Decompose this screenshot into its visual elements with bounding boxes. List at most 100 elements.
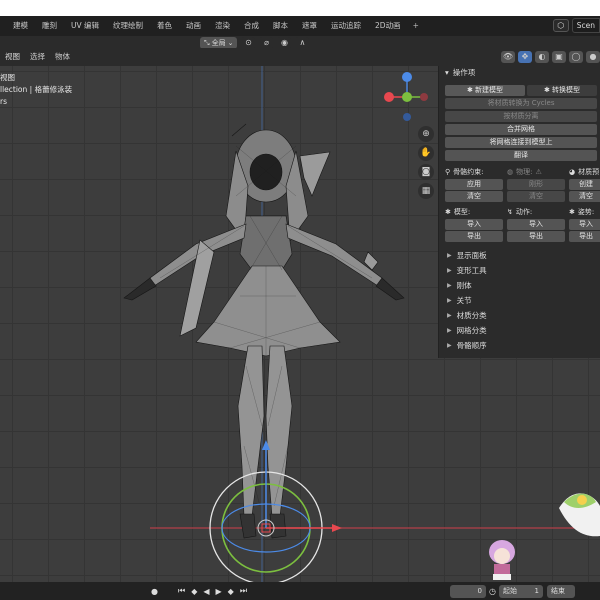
section-display-panel[interactable]: ▶ 显示面板 [439,248,600,263]
prev-keyframe-icon[interactable]: ◆ [188,587,200,596]
join-mesh-button[interactable]: 将网格连接到模型上 [445,137,597,148]
pose-label: ✱ 姿势: [569,206,600,218]
y-axis-ball[interactable] [402,92,412,102]
clock-icon[interactable]: ◷ [486,587,499,596]
tab-texture-paint[interactable]: 纹理绘制 [106,19,150,33]
armature-icon: ✱ [445,208,451,216]
import-pose-button[interactable]: 导入 [569,219,600,230]
menu-view[interactable]: 视图 [0,48,25,66]
tab-rendering[interactable]: 渲染 [208,19,237,33]
current-frame-field[interactable]: 0 [450,584,487,598]
side-panel: ▾ 操作项 ✱ 新建模型 ✱ 转换模型 将材质转换为 Cycles 按材质分离 … [438,66,600,358]
scene-selector[interactable]: ⬡ Scen [552,18,600,33]
xray-icon[interactable]: ▣ [552,51,566,63]
section-label: 变形工具 [456,266,487,275]
record-icon[interactable]: ● [148,587,161,596]
import-motion-button[interactable]: 导入 [507,219,565,230]
grid-icon[interactable]: ▦ [418,183,434,199]
create-material-button[interactable]: 创建 [569,179,600,190]
overlay-icon[interactable]: ◐ [535,51,549,63]
next-keyframe-icon[interactable]: ◆ [225,587,237,596]
section-mesh-sort[interactable]: ▶ 网格分类 [439,323,600,338]
separate-by-material-button[interactable]: 按材质分离 [445,111,597,122]
section-label: 刚体 [456,281,472,290]
navigation-gizmo[interactable] [384,72,428,121]
z-axis-ball[interactable] [402,72,412,82]
clear-physics-button[interactable]: 清空 [507,191,565,202]
start-label: 起始 [503,586,517,595]
translate-button[interactable]: 翻译 [445,150,597,161]
play-reverse-icon[interactable]: ◀ [200,587,212,596]
armature-icon: ✱ [466,86,476,94]
section-label: 骨骼顺序 [456,341,487,350]
panel-header[interactable]: ▾ 操作项 [439,66,600,80]
character-wireframe-model[interactable] [123,123,405,539]
chevron-right-icon: ▶ [447,297,452,304]
convert-model-label: 转换模型 [552,86,581,94]
tab-animation[interactable]: 动画 [179,19,208,33]
section-bone-order[interactable]: ▶ 骨骼顺序 [439,338,600,353]
tab-scripting[interactable]: 脚本 [266,19,295,33]
section-morph-tools[interactable]: ▶ 变形工具 [439,263,600,278]
material-preset-label: ◕ 材质预 [569,166,600,178]
chevron-right-icon: ▶ [447,342,452,349]
window-top-strip [0,0,600,16]
menu-select[interactable]: 选择 [25,48,50,66]
tab-masking[interactable]: 遮罩 [295,19,324,33]
jump-end-icon[interactable]: ⏭ [237,586,250,596]
solid-shading-icon[interactable]: ● [586,51,600,63]
menu-object[interactable]: 物体 [50,48,75,66]
export-motion-button[interactable]: 导出 [507,231,565,242]
section-rigid-body[interactable]: ▶ 刚体 [439,278,600,293]
gizmo-toggle-icon[interactable]: ✥ [518,51,532,63]
pan-hand-icon[interactable]: ✋ [418,145,434,161]
tab-motion-tracking[interactable]: 运动追踪 [324,19,368,33]
physics-text: 物理: [516,168,533,176]
new-model-button[interactable]: ✱ 新建模型 [445,85,525,96]
add-workspace-button[interactable]: + [408,19,424,33]
x-axis-ball[interactable] [384,92,394,102]
play-icon[interactable]: ▶ [213,587,225,596]
scene-name[interactable]: Scen [571,18,600,33]
export-model-button[interactable]: 导出 [445,231,503,242]
neg-x-axis-ball[interactable] [420,93,428,101]
zoom-icon[interactable]: ⊕ [418,126,434,142]
neg-z-axis-ball[interactable] [403,113,411,121]
tab-modeling[interactable]: 建模 [6,19,35,33]
section-joints[interactable]: ▶ 关节 [439,293,600,308]
tab-shading[interactable]: 着色 [150,19,179,33]
apply-constraint-button[interactable]: 应用 [445,179,503,190]
bone-constraint-label: ⚲ 骨骼约束: [445,166,503,178]
workspace-tabs-bar: 建模 雕刻 UV 编辑 纹理绘制 着色 动画 渲染 合成 脚本 遮罩 运动追踪 … [0,16,600,36]
chevron-right-icon: ▶ [447,282,452,289]
model-label: ✱ 模型: [445,206,503,218]
bone-constraint-text: 骨骼约束: [453,168,484,176]
motion-icon: ↯ [507,208,513,216]
merge-mesh-button[interactable]: 合并网格 [445,124,597,135]
visibility-icon[interactable]: 👁 [501,51,515,63]
clear-constraint-button[interactable]: 清空 [445,191,503,202]
end-frame-field[interactable]: 结束 [547,584,575,598]
tab-uv-editing[interactable]: UV 编辑 [64,19,106,33]
convert-model-button[interactable]: ✱ 转换模型 [527,85,597,96]
tab-2d-animation[interactable]: 2D动画 [368,19,408,33]
tab-compositing[interactable]: 合成 [237,19,266,33]
x-arrow-head[interactable] [332,524,342,532]
wireframe-shading-icon[interactable]: ◯ [569,51,583,63]
constraint-icon: ⚲ [445,168,451,176]
motion-label: ↯ 动作: [507,206,565,218]
collapse-arrow-icon: ▾ [445,68,449,77]
export-pose-button[interactable]: 导出 [569,231,600,242]
chevron-right-icon: ▶ [447,252,452,259]
timeline-bar: ● ⏮ ◆ ◀ ▶ ◆ ⏭ 0 ◷ 起始 1 结束 [0,582,600,600]
clear-material-button[interactable]: 清空 [569,191,600,202]
convert-cycles-button[interactable]: 将材质转换为 Cycles [445,98,597,109]
jump-start-icon[interactable]: ⏮ [175,586,188,596]
start-frame-field[interactable]: 起始 1 [499,584,543,598]
rigid-button[interactable]: 刚形 [507,179,565,190]
section-material-sort[interactable]: ▶ 材质分类 [439,308,600,323]
camera-icon[interactable]: ◙ [418,164,434,180]
pose-icon: ✱ [569,208,575,216]
import-model-button[interactable]: 导入 [445,219,503,230]
tab-sculpt[interactable]: 雕刻 [35,19,64,33]
